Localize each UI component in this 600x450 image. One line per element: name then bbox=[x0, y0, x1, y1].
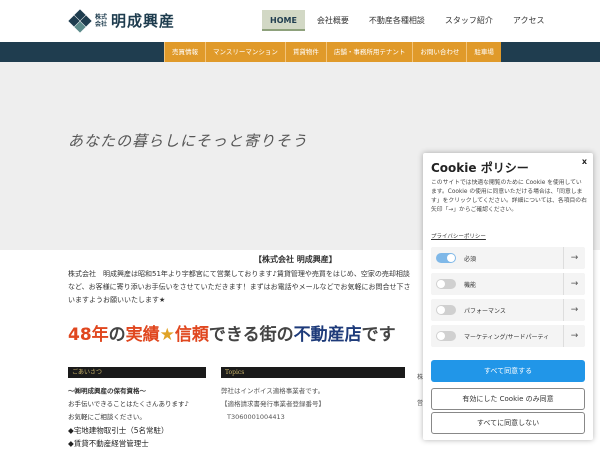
nav-company[interactable]: 会社概要 bbox=[309, 10, 357, 31]
hero-tagline: あなたの暮らしにそっと寄りそう bbox=[68, 132, 308, 150]
slogan-part: の bbox=[108, 325, 126, 345]
main-nav: HOME 会社概要 不動産各種相談 スタッフ紹介 アクセス bbox=[262, 10, 557, 31]
logo-small-text: 株式会社 bbox=[95, 13, 108, 28]
invoice-number: T3060001004413 bbox=[227, 413, 285, 421]
intro-text: 株式会社 明成興産は昭和51年より宇都宮にて営業しております♪賃貸管理や売買をは… bbox=[68, 270, 411, 304]
cookie-row-marketing: マーケティング/サードパーティ → bbox=[431, 325, 585, 347]
topics-heading: Topics bbox=[221, 367, 405, 378]
subnav-tenant[interactable]: 店舗・事務所用テナント bbox=[325, 42, 413, 62]
qualification-title: ～㈱明成興産の保有資格～ bbox=[68, 387, 146, 395]
greeting-column: ～㈱明成興産の保有資格～ お手伝いできることはたくさんあります♪ お気軽にご相談… bbox=[68, 385, 208, 450]
arrow-right-icon[interactable]: → bbox=[563, 299, 585, 321]
arrow-right-icon[interactable]: → bbox=[563, 273, 585, 295]
qualification-item: ◆宅地建物取引士（5名常駐） bbox=[68, 426, 169, 435]
greeting-line: お気軽にご相談ください。 bbox=[68, 413, 146, 421]
subnav-rental[interactable]: 賃貸物件 bbox=[284, 42, 326, 62]
cookie-policy-panel: Cookie ポリシー x このサイトでは快適な閲覧のために Cookie を使… bbox=[423, 153, 593, 440]
greeting-heading: ごあいさつ bbox=[68, 367, 206, 378]
cookie-row-performance: パフォーマンス → bbox=[431, 299, 585, 321]
site-header: 株式会社 明成興産 HOME 会社概要 不動産各種相談 スタッフ紹介 アクセス bbox=[0, 0, 600, 42]
cookie-title: Cookie ポリシー bbox=[431, 161, 529, 175]
reject-all-button[interactable]: すべてに同意しない bbox=[431, 412, 585, 434]
slogan-banner: 48年の実績★信頼できる街の不動産店です bbox=[68, 320, 396, 345]
arrow-right-icon[interactable]: → bbox=[563, 247, 585, 269]
toggle-performance[interactable] bbox=[436, 305, 456, 315]
cookie-row-functional: 機能 → bbox=[431, 273, 585, 295]
accept-all-button[interactable]: すべて同意する bbox=[431, 360, 585, 382]
logo-mark-icon bbox=[68, 8, 92, 33]
subnav-monthly-mansion[interactable]: マンスリーマンション bbox=[205, 42, 285, 62]
site-logo[interactable]: 株式会社 明成興産 bbox=[68, 8, 176, 33]
topics-column: 弊社はインボイス適格事業者です。 【適格請求書発行事業者登録番号】 T30600… bbox=[221, 385, 411, 424]
topics-line: 【適格請求書発行事業者登録番号】 bbox=[221, 400, 325, 408]
topics-line: 弊社はインボイス適格事業者です。 bbox=[221, 387, 325, 395]
cookie-row-required: 必須 → bbox=[431, 247, 585, 269]
slogan-trust: 信頼 bbox=[174, 325, 209, 345]
nav-staff[interactable]: スタッフ紹介 bbox=[437, 10, 501, 31]
privacy-policy-link[interactable]: プライバシーポリシー bbox=[431, 232, 486, 240]
slogan-years: 48年 bbox=[68, 325, 109, 345]
qualification-item: ◆賃貸不動産経営管理士 bbox=[68, 439, 149, 448]
subnav-parking[interactable]: 駐車場 bbox=[466, 42, 501, 62]
cookie-row-label: パフォーマンス bbox=[464, 307, 506, 315]
toggle-marketing[interactable] bbox=[436, 331, 456, 341]
star-icon: ★ bbox=[159, 325, 175, 345]
slogan-part: できる街の bbox=[208, 325, 294, 345]
slogan-realestate: 不動産店 bbox=[293, 325, 362, 345]
cookie-description: このサイトでは快適な閲覧のために Cookie を使用しています。Cookie … bbox=[431, 180, 587, 213]
nav-consultation[interactable]: 不動産各種相談 bbox=[361, 10, 433, 31]
greeting-line: お手伝いできることはたくさんあります♪ bbox=[68, 400, 189, 408]
nav-home[interactable]: HOME bbox=[262, 10, 305, 31]
cookie-row-label: マーケティング/サードパーティ bbox=[464, 333, 550, 341]
cookie-row-label: 必須 bbox=[464, 255, 477, 263]
logo-text: 明成興産 bbox=[111, 12, 176, 30]
toggle-functional[interactable] bbox=[436, 279, 456, 289]
accept-enabled-button[interactable]: 有効にした Cookie のみ同意 bbox=[431, 388, 585, 410]
company-heading: 【株式会社 明成興産】 bbox=[254, 255, 337, 264]
subnav-contact[interactable]: お問い合わせ bbox=[412, 42, 467, 62]
cookie-row-label: 機能 bbox=[464, 281, 477, 289]
subnav-sales[interactable]: 売買情報 bbox=[164, 42, 205, 62]
arrow-right-icon[interactable]: → bbox=[563, 325, 585, 347]
close-icon[interactable]: x bbox=[582, 157, 587, 166]
slogan-results: 実績 bbox=[125, 325, 160, 345]
nav-access[interactable]: アクセス bbox=[505, 10, 553, 31]
sub-nav-bar: 売買情報 マンスリーマンション 賃貸物件 店舗・事務所用テナント お問い合わせ … bbox=[0, 42, 600, 62]
toggle-required[interactable] bbox=[436, 253, 456, 263]
slogan-part: です bbox=[361, 325, 396, 345]
